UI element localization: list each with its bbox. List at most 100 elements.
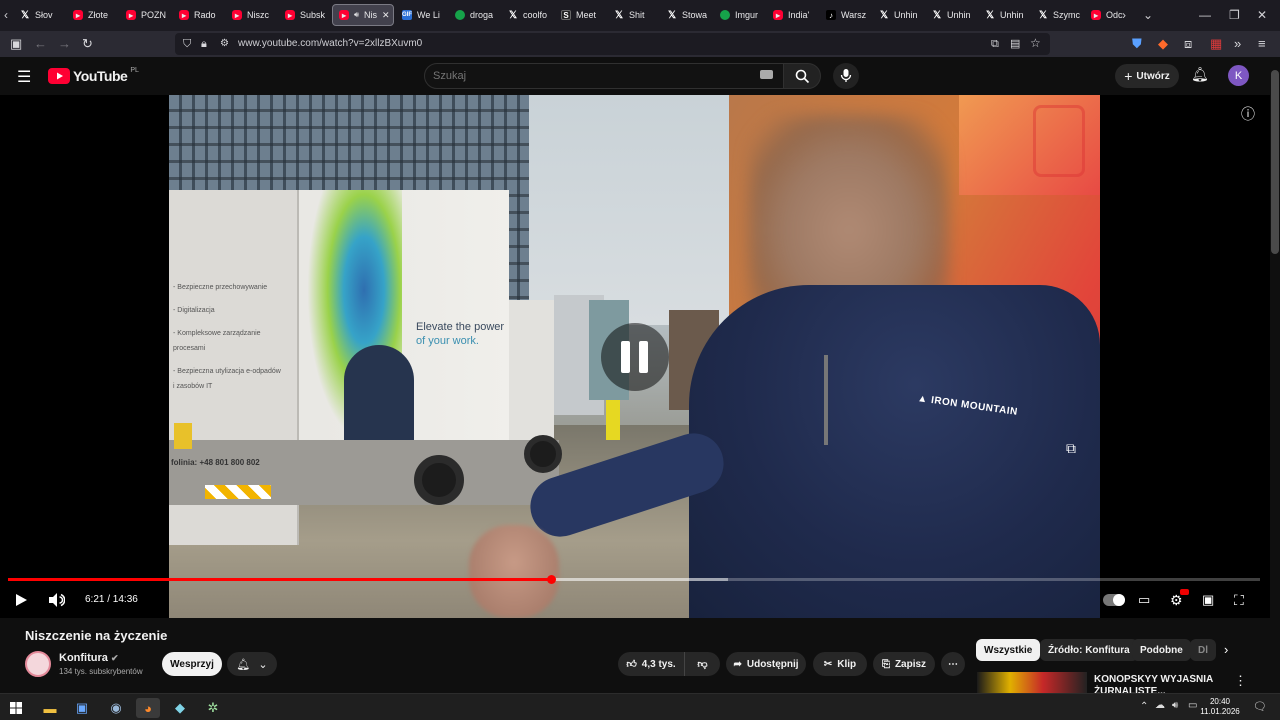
scrollbar-thumb[interactable]: [1271, 70, 1279, 254]
subtitles-icon[interactable]: ▭: [1138, 592, 1150, 608]
dislike-button[interactable]: 👎︎: [684, 652, 720, 676]
file-explorer-icon[interactable]: ▬: [40, 698, 60, 718]
back-icon[interactable]: ←: [34, 36, 47, 52]
browser-tab[interactable]: droga: [449, 4, 500, 26]
address-bar[interactable]: ⛉ 🔒︎ ⚙ www.youtube.com/watch?v=2xllzBXuv…: [175, 33, 1050, 55]
browser-tab[interactable]: ▸ Odc: [1085, 4, 1136, 26]
sidebar-toggle-icon[interactable]: ▣: [10, 36, 22, 52]
browser-tab[interactable]: 𝕏coolfo: [502, 4, 553, 26]
youtube-logo[interactable]: YouTube PL: [48, 67, 139, 84]
firefox-icon[interactable]: ◕: [136, 698, 160, 718]
like-button[interactable]: 👍︎ 4,3 tys.: [618, 652, 684, 676]
miniplayer-hint-icon[interactable]: ⧉: [1066, 440, 1076, 457]
more-actions-button[interactable]: ⋯: [941, 652, 965, 676]
browser-tab[interactable]: 𝕏 Szymc: [1032, 4, 1083, 26]
chips-next-icon[interactable]: ›: [1224, 642, 1228, 657]
tray-expand-icon[interactable]: ⌃: [1140, 701, 1148, 712]
overflow-menu-icon[interactable]: »: [1234, 36, 1241, 52]
chip-all[interactable]: Wszystkie: [976, 639, 1041, 661]
browser-tab[interactable]: ▸ 🔊︎ Nis ✕: [332, 4, 394, 26]
chip-related[interactable]: Podobne: [1132, 639, 1191, 661]
clip-button[interactable]: ✂ Klip: [813, 652, 867, 676]
addon-badge-icon[interactable]: ▦: [1210, 36, 1222, 52]
reload-icon[interactable]: ↻: [82, 36, 93, 52]
fox-extension-icon[interactable]: ◆: [1158, 36, 1168, 52]
play-icon[interactable]: [14, 593, 28, 607]
bookmark-star-icon[interactable]: ☆: [1030, 35, 1041, 51]
browser-tab[interactable]: S Meet: [555, 4, 606, 26]
search-box: [424, 63, 784, 89]
url-text[interactable]: www.youtube.com/watch?v=2xllzBXuvm0: [238, 38, 422, 49]
tabs-scroll-left-icon[interactable]: ‹: [4, 8, 8, 22]
browser-tab[interactable]: ▸ POZN: [120, 4, 171, 26]
browser-tab[interactable]: 𝕏 Unhin: [873, 4, 924, 26]
save-button[interactable]: ⎘ Zapisz: [873, 652, 935, 676]
video-player[interactable]: - Bezpieczne przechowywanie - Digitaliza…: [0, 95, 1270, 618]
browser-tab[interactable]: GIF We Li: [396, 4, 447, 26]
close-tab-icon[interactable]: ✕: [382, 10, 390, 21]
permissions-icon[interactable]: ⚙: [220, 36, 229, 52]
tray-network-icon[interactable]: ☁: [1155, 700, 1165, 711]
restore-icon[interactable]: ❐: [1229, 8, 1240, 22]
account-avatar[interactable]: K: [1228, 65, 1249, 86]
forward-icon[interactable]: →: [58, 36, 71, 52]
recommendation-thumbnail[interactable]: [977, 672, 1087, 694]
autoplay-toggle[interactable]: [1103, 594, 1125, 606]
browser-tab[interactable]: ▸ Złote: [67, 4, 118, 26]
share-button[interactable]: ➦ Udostępnij: [726, 652, 806, 676]
video-frame[interactable]: - Bezpieczne przechowywanie - Digitaliza…: [169, 95, 1100, 618]
browser-tab[interactable]: Imgur: [714, 4, 765, 26]
tool-icon[interactable]: ✲: [203, 698, 223, 718]
app-icon[interactable]: ◆: [170, 698, 190, 718]
theater-mode-icon[interactable]: ▣: [1202, 592, 1214, 608]
guide-menu-icon[interactable]: ☰: [17, 67, 31, 87]
ublock-extension-icon[interactable]: ⛊: [1132, 36, 1142, 52]
browser-tab[interactable]: ▸ Subsk: [279, 4, 330, 26]
notifications-bell-icon[interactable]: 🔔︎: [1191, 66, 1209, 83]
browser-tab[interactable]: ▸ Rado: [173, 4, 224, 26]
browser-tab[interactable]: 𝕏 Unhin: [926, 4, 977, 26]
steam-icon[interactable]: ◉: [106, 698, 126, 718]
tray-display-icon[interactable]: ▭: [1188, 700, 1197, 711]
windows-start-icon[interactable]: [6, 698, 26, 718]
browser-tab[interactable]: ♪ Warsz: [820, 4, 871, 26]
pause-overlay-icon[interactable]: [601, 323, 669, 391]
reader-view-icon[interactable]: ▤: [1010, 36, 1020, 52]
lock-icon[interactable]: 🔒︎: [201, 36, 207, 52]
keyboard-icon[interactable]: [760, 70, 773, 79]
pip-icon[interactable]: ⧉: [991, 36, 999, 52]
notification-settings-button[interactable]: 🔔︎ ⌄: [227, 652, 277, 676]
browser-tab[interactable]: ▸ India': [767, 4, 818, 26]
system-clock[interactable]: 20:40 11.01.2026: [1200, 697, 1240, 717]
computer-icon[interactable]: ▣: [72, 698, 92, 718]
tabs-scroll-right-icon[interactable]: ›: [1122, 8, 1126, 22]
tracking-shield-icon[interactable]: ⛉: [183, 36, 191, 52]
chip-source[interactable]: Źródło: Konfitura: [1040, 639, 1138, 661]
search-button[interactable]: [783, 63, 821, 89]
channel-name[interactable]: Konfitura ✔: [59, 652, 119, 664]
browser-tab[interactable]: 𝕏 Unhin: [979, 4, 1030, 26]
app-menu-icon[interactable]: ≡: [1258, 36, 1266, 52]
browser-tab[interactable]: ▸ Niszc: [226, 4, 277, 26]
notification-center-icon[interactable]: 🗨︎: [1253, 700, 1267, 713]
fullscreen-icon[interactable]: ⛶: [1234, 592, 1244, 608]
volume-icon[interactable]: [48, 592, 65, 608]
recommendation-menu-icon[interactable]: ⋮: [1234, 673, 1247, 689]
tab-audio-icon[interactable]: 🔊︎: [354, 10, 359, 20]
info-card-icon[interactable]: ⓘ: [1241, 104, 1255, 124]
voice-search-button[interactable]: [833, 63, 859, 89]
search-input[interactable]: [433, 68, 753, 84]
browser-tab[interactable]: 𝕏 Stowa: [661, 4, 712, 26]
browser-tab[interactable]: 𝕏 Shit: [608, 4, 659, 26]
chip-more[interactable]: Dl: [1190, 639, 1216, 661]
channel-avatar[interactable]: [25, 651, 51, 677]
close-window-icon[interactable]: ✕: [1257, 8, 1267, 22]
minimize-icon[interactable]: —: [1199, 8, 1211, 22]
list-all-tabs-icon[interactable]: ⌄: [1143, 8, 1153, 22]
browser-tab[interactable]: 𝕏 Słov: [14, 4, 65, 26]
support-button[interactable]: Wesprzyj: [162, 652, 222, 676]
create-button[interactable]: + Utwórz: [1115, 64, 1179, 88]
tray-volume-icon[interactable]: 🔊︎: [1172, 700, 1178, 711]
extensions-icon[interactable]: ⧈: [1184, 36, 1192, 52]
scrubber-handle[interactable]: [547, 575, 556, 584]
